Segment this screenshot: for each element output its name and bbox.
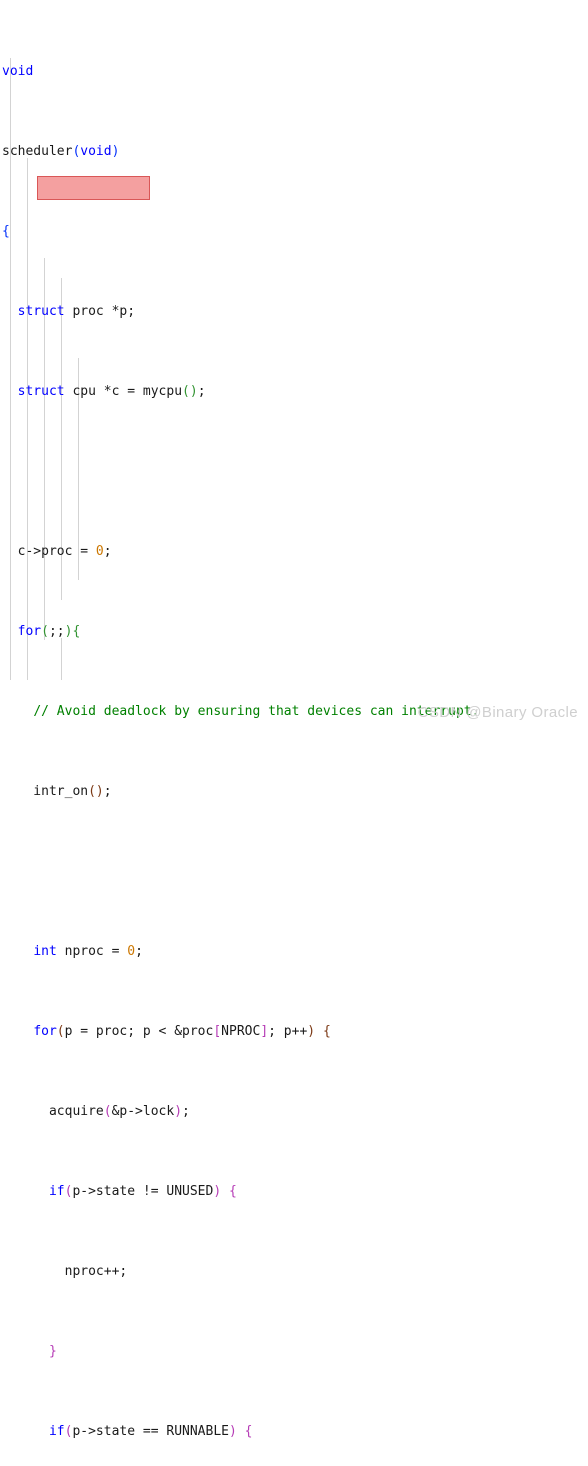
code-editor-pane: void scheduler(void) { struct proc *p; s… — [0, 0, 588, 1439]
code-line: scheduler(void) — [2, 144, 120, 159]
code-line: if(p->state != UNUSED) { — [48, 1184, 237, 1199]
code-line: struct cpu *c = mycpu(); — [17, 384, 206, 399]
code-line: c->proc = 0; — [2, 544, 112, 559]
code-line: { — [2, 224, 10, 239]
code-line: struct proc *p; — [17, 304, 136, 319]
code-line-highlighted: intr_on(); — [2, 784, 112, 799]
code-line: nproc++; — [2, 1264, 128, 1279]
code-line: for(;;){ — [17, 624, 81, 639]
code-line: int nproc = 0; — [33, 944, 143, 959]
code-line: if(p->state == RUNNABLE) { — [48, 1424, 253, 1439]
code-line: } — [48, 1344, 57, 1359]
code-line: for(p = proc; p < &proc[NPROC]; p++) { — [33, 1024, 331, 1039]
code-line: acquire(&p->lock); — [2, 1104, 190, 1119]
watermark-text: CSDN @Binary Oracle — [417, 704, 578, 721]
code-content: void scheduler(void) { struct proc *p; s… — [0, 0, 588, 1466]
code-line: void — [2, 64, 34, 79]
